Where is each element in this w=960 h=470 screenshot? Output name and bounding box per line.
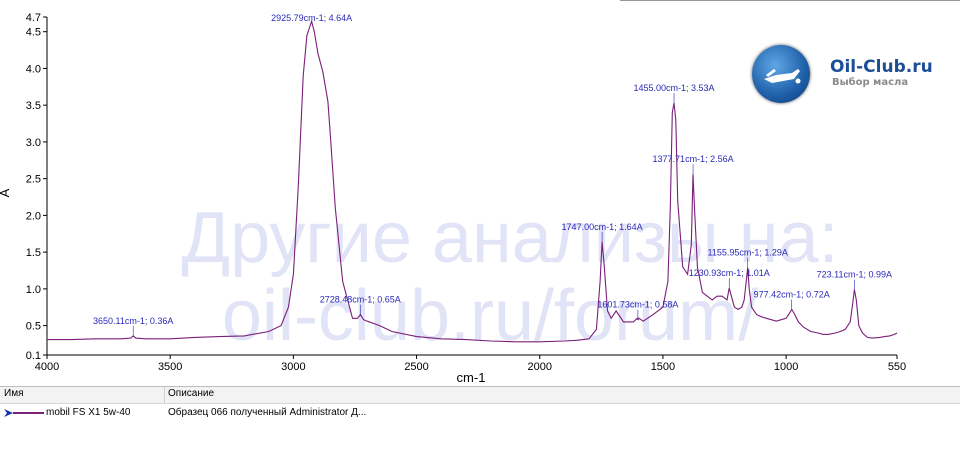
- legend-table: Имя Описание mobil FS X1 5w-40 Образец 0…: [0, 386, 960, 470]
- y-tick-label: 3.5: [26, 100, 41, 112]
- series-description: Образец 066 полученный Administrator Д..…: [168, 407, 367, 418]
- x-tick-label: 4000: [35, 361, 59, 373]
- y-tick-label: 1.0: [26, 284, 41, 296]
- x-tick-label: 2500: [404, 361, 428, 373]
- y-axis-title: A: [0, 188, 12, 197]
- watermark-line-2: oil-club.ru/forum/: [222, 276, 758, 356]
- oil-club-logo[interactable]: Oil-Club.ru Выбор масла: [752, 45, 942, 107]
- peak-annotation: 1601.73cm-1; 0.58A: [597, 300, 678, 310]
- y-tick-label: 2.5: [26, 174, 41, 186]
- y-tick-label: 2.0: [26, 210, 41, 222]
- y-tick-label: 1.5: [26, 247, 41, 259]
- peak-annotation: 1230.93cm-1; 1.01A: [689, 268, 770, 278]
- x-tick-label: 3000: [281, 361, 305, 373]
- logo-subtitle: Выбор масла: [832, 77, 909, 88]
- y-tick-label: 3.0: [26, 137, 41, 149]
- series-swatch-icon: [4, 409, 44, 417]
- peak-annotation: 1377.71cm-1; 2.56A: [653, 154, 734, 164]
- column-header-name[interactable]: Имя: [4, 388, 23, 399]
- oil-can-icon: [752, 45, 810, 103]
- spectrum-chart: Другие анализы на: oil-club.ru/forum/ 0.…: [0, 0, 960, 388]
- peak-annotation: 3650.11cm-1; 0.36A: [93, 316, 173, 326]
- y-tick-label: 4.0: [26, 63, 41, 75]
- x-tick-label: 3500: [158, 361, 182, 373]
- logo-title: Oil-Club.ru: [830, 57, 933, 77]
- peak-annotation: 977.42cm-1; 0.72A: [754, 289, 830, 299]
- column-divider[interactable]: [164, 387, 165, 403]
- peak-annotation: 2925.79cm-1; 4.64A: [271, 13, 352, 23]
- watermark-line-1: Другие анализы на:: [181, 198, 838, 278]
- peak-annotation: 2728.48cm-1; 0.65A: [320, 295, 401, 305]
- column-header-description[interactable]: Описание: [168, 388, 214, 399]
- peak-annotation: 1455.00cm-1; 3.53A: [633, 83, 714, 93]
- y-tick-label: 0.5: [26, 321, 41, 333]
- x-tick-label: 1000: [774, 361, 798, 373]
- x-axis-title: cm-1: [457, 370, 486, 385]
- peak-annotation: 1747.00cm-1; 1.64A: [562, 222, 643, 232]
- legend-row[interactable]: mobil FS X1 5w-40 Образец 066 полученный…: [0, 405, 960, 421]
- y-tick-label: 4.5: [26, 27, 41, 39]
- x-tick-label: 2000: [528, 361, 552, 373]
- peak-annotation: 723.11cm-1; 0.99A: [817, 270, 892, 280]
- peak-annotation: 1155.95cm-1; 1.29A: [708, 248, 788, 258]
- y-tick-label: 4.7: [26, 12, 41, 24]
- x-tick-label: 1500: [651, 361, 675, 373]
- legend-header: Имя Описание: [0, 387, 960, 404]
- x-tick-label: 550: [888, 361, 906, 373]
- series-name: mobil FS X1 5w-40: [46, 407, 131, 418]
